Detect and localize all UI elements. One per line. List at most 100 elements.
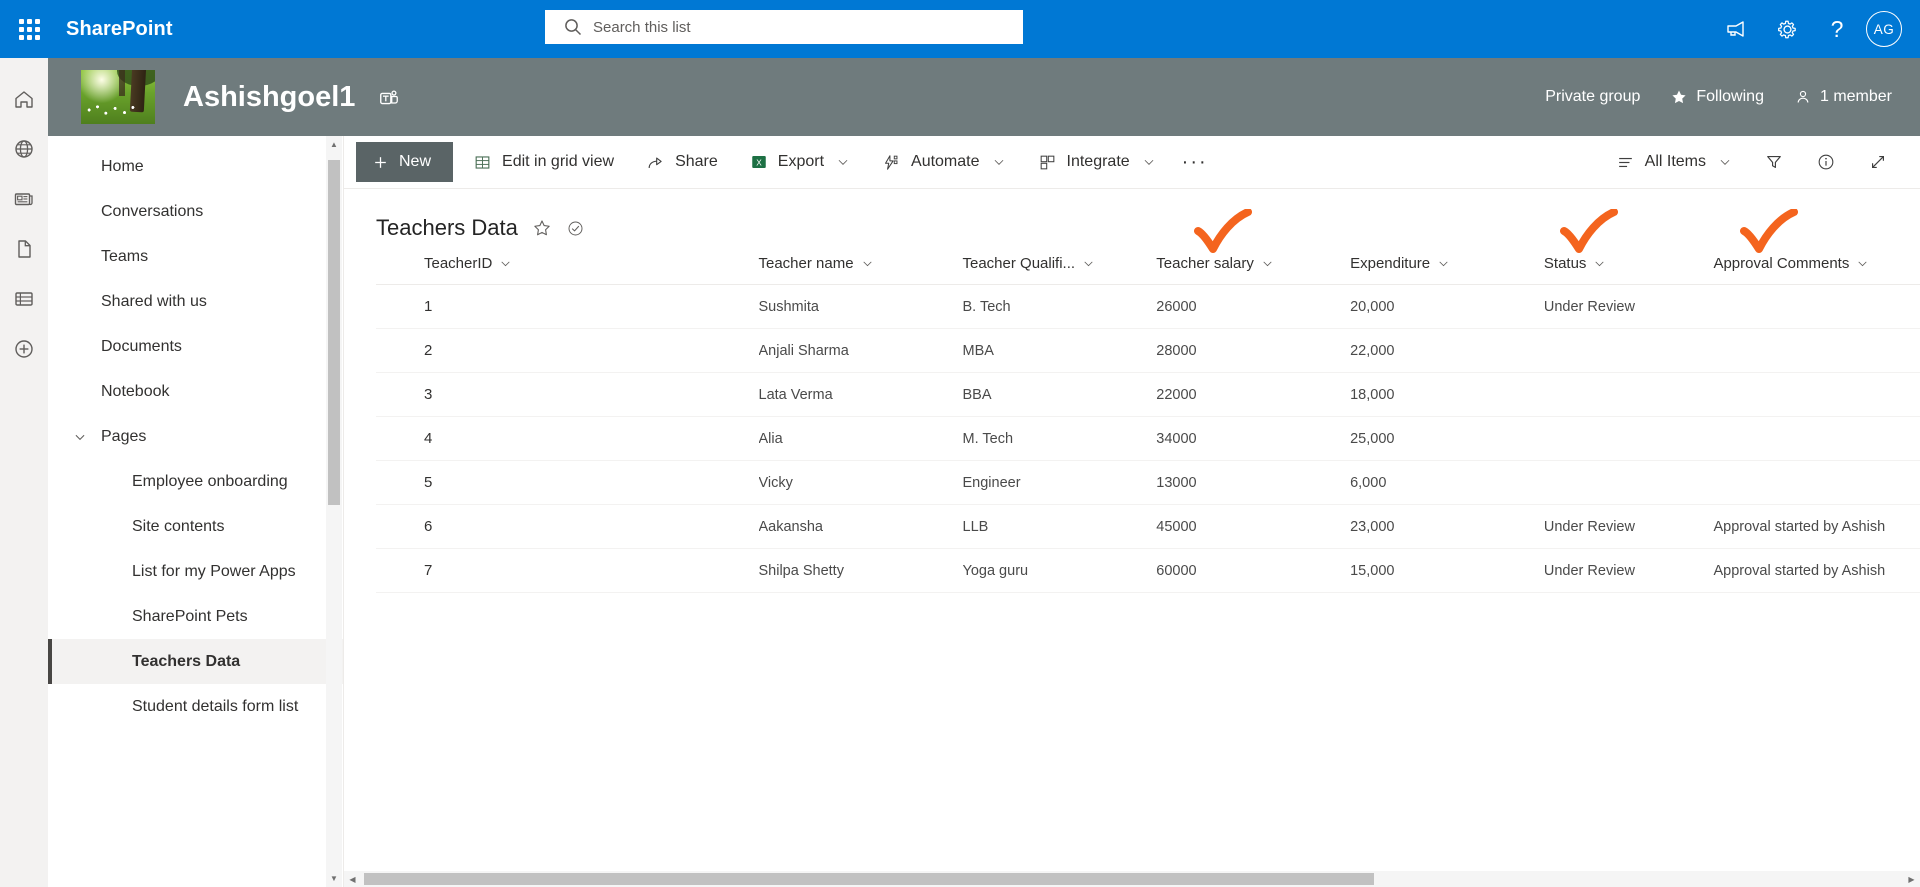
cell-qualification[interactable]: MBA	[962, 328, 1157, 373]
scroll-right-arrow-icon[interactable]: ▶	[1903, 871, 1920, 887]
sidebar-item-teachers-data[interactable]: Teachers Data	[48, 639, 343, 684]
cell-salary[interactable]: 22000	[1156, 372, 1351, 417]
cell-salary[interactable]: 34000	[1156, 416, 1351, 461]
cell-name[interactable]: Aakansha	[758, 504, 963, 549]
cell-expenditure[interactable]: 20,000	[1350, 284, 1544, 329]
horizontal-scrollbar-thumb[interactable]	[364, 873, 1374, 885]
site-title[interactable]: Ashishgoel1	[183, 81, 400, 114]
cell-qualification[interactable]: BBA	[962, 372, 1157, 417]
sidebar-item-site-contents[interactable]: Site contents	[48, 504, 343, 549]
expand-button[interactable]	[1856, 142, 1900, 182]
cell-id[interactable]: 4	[376, 416, 759, 461]
export-button[interactable]: X Export	[738, 142, 862, 182]
cell-status[interactable]	[1543, 416, 1714, 461]
sidebar-item-documents[interactable]: Documents	[48, 324, 343, 369]
cell-expenditure[interactable]: 18,000	[1350, 372, 1544, 417]
cell-id[interactable]: 6	[376, 504, 759, 549]
sidebar-item-employee-onboarding[interactable]: Employee onboarding	[48, 459, 343, 504]
sidebar-item-list-for-my-power-apps[interactable]: List for my Power Apps	[48, 549, 343, 594]
table-row[interactable]: 5 Vicky Engineer 13000 6,000	[376, 460, 1920, 505]
chevron-down-icon[interactable]	[861, 257, 874, 270]
table-row[interactable]: 6 Aakansha LLB 45000 23,000 Under Review Appro…	[376, 504, 1920, 549]
cell-salary[interactable]: 28000	[1156, 328, 1351, 373]
home-icon[interactable]	[0, 74, 48, 124]
members-button[interactable]: 1 member	[1794, 88, 1892, 106]
sidebar-item-student-details-form-list[interactable]: Student details form list	[48, 684, 343, 729]
column-header-expenditure[interactable]: Expenditure	[1350, 255, 1544, 285]
edit-in-grid-view-button[interactable]: Edit in grid view	[461, 142, 626, 182]
search-input[interactable]	[545, 10, 1023, 44]
file-icon[interactable]	[0, 224, 48, 274]
sidebar-item-conversations[interactable]: Conversations	[48, 189, 343, 234]
cell-qualification[interactable]: LLB	[962, 504, 1157, 549]
more-commands-button[interactable]: ···	[1168, 142, 1222, 182]
column-header-id[interactable]: TeacherID	[376, 255, 759, 285]
sidebar-item-home[interactable]: Home	[48, 144, 343, 189]
cell-salary[interactable]: 60000	[1156, 548, 1351, 593]
cell-expenditure[interactable]: 25,000	[1350, 416, 1544, 461]
app-launcher-button[interactable]	[0, 0, 58, 58]
scroll-down-arrow-icon[interactable]: ▼	[326, 870, 342, 887]
cell-approval[interactable]	[1713, 284, 1920, 329]
lists-icon[interactable]	[0, 274, 48, 324]
chevron-down-icon[interactable]	[1082, 257, 1095, 270]
automate-button[interactable]: Automate	[870, 142, 1017, 182]
cell-approval[interactable]	[1713, 460, 1920, 505]
cell-approval[interactable]	[1713, 328, 1920, 373]
new-button[interactable]: New	[356, 142, 454, 182]
globe-icon[interactable]	[0, 124, 48, 174]
sidebar-item-shared-with-us[interactable]: Shared with us	[48, 279, 343, 324]
cell-id[interactable]: 3	[376, 372, 759, 417]
horizontal-scrollbar[interactable]: ◀ ▶	[344, 871, 1920, 887]
table-row[interactable]: 1 Sushmita B. Tech 26000 20,000 Under Review	[376, 284, 1920, 329]
sidebar-item-teams[interactable]: Teams	[48, 234, 343, 279]
cell-approval[interactable]	[1713, 372, 1920, 417]
chevron-down-icon[interactable]	[1437, 257, 1450, 270]
following-button[interactable]: Following	[1670, 88, 1764, 106]
scroll-up-arrow-icon[interactable]: ▲	[326, 136, 342, 153]
cell-status[interactable]	[1543, 328, 1714, 373]
share-button[interactable]: Share	[634, 142, 730, 182]
filter-button[interactable]	[1752, 142, 1796, 182]
sidebar-item-notebook[interactable]: Notebook	[48, 369, 343, 414]
cell-qualification[interactable]: B. Tech	[962, 284, 1157, 329]
cell-name[interactable]: Sushmita	[758, 284, 963, 329]
cell-name[interactable]: Shilpa Shetty	[758, 548, 963, 593]
avatar[interactable]: AG	[1866, 11, 1902, 47]
nav-scrollbar[interactable]: ▲ ▼	[326, 136, 342, 887]
cell-status[interactable]	[1543, 372, 1714, 417]
cell-id[interactable]: 2	[376, 328, 759, 373]
megaphone-icon[interactable]	[1712, 0, 1762, 58]
scroll-left-arrow-icon[interactable]: ◀	[344, 871, 361, 887]
cell-expenditure[interactable]: 15,000	[1350, 548, 1544, 593]
chevron-down-icon[interactable]	[1261, 257, 1274, 270]
cell-status[interactable]: Under Review	[1543, 504, 1714, 549]
table-row[interactable]: 2 Anjali Sharma MBA 28000 22,000	[376, 328, 1920, 373]
cell-salary[interactable]: 45000	[1156, 504, 1351, 549]
cell-salary[interactable]: 26000	[1156, 284, 1351, 329]
cell-qualification[interactable]: Engineer	[962, 460, 1157, 505]
chevron-down-icon[interactable]	[73, 430, 87, 444]
cell-id[interactable]: 1	[376, 284, 759, 329]
cell-id[interactable]: 5	[376, 460, 759, 505]
star-icon[interactable]	[532, 218, 552, 238]
integrate-button[interactable]: Integrate	[1026, 142, 1168, 182]
check-circle-icon[interactable]	[566, 219, 585, 238]
cell-approval[interactable]: Approval started by Ashish	[1713, 548, 1920, 593]
sidebar-item-pages[interactable]: Pages	[48, 414, 343, 459]
nav-scrollbar-thumb[interactable]	[328, 160, 340, 505]
column-header-name[interactable]: Teacher name	[758, 255, 963, 285]
column-header-salary[interactable]: Teacher salary	[1156, 255, 1351, 285]
cell-qualification[interactable]: M. Tech	[962, 416, 1157, 461]
cell-qualification[interactable]: Yoga guru	[962, 548, 1157, 593]
details-button[interactable]	[1804, 142, 1848, 182]
news-icon[interactable]	[0, 174, 48, 224]
cell-salary[interactable]: 13000	[1156, 460, 1351, 505]
cell-name[interactable]: Anjali Sharma	[758, 328, 963, 373]
table-row[interactable]: 4 Alia M. Tech 34000 25,000	[376, 416, 1920, 461]
sidebar-item-sharepoint-pets[interactable]: SharePoint Pets	[48, 594, 343, 639]
cell-name[interactable]: Vicky	[758, 460, 963, 505]
help-icon[interactable]: ?	[1812, 0, 1862, 58]
cell-expenditure[interactable]: 6,000	[1350, 460, 1544, 505]
cell-status[interactable]	[1543, 460, 1714, 505]
